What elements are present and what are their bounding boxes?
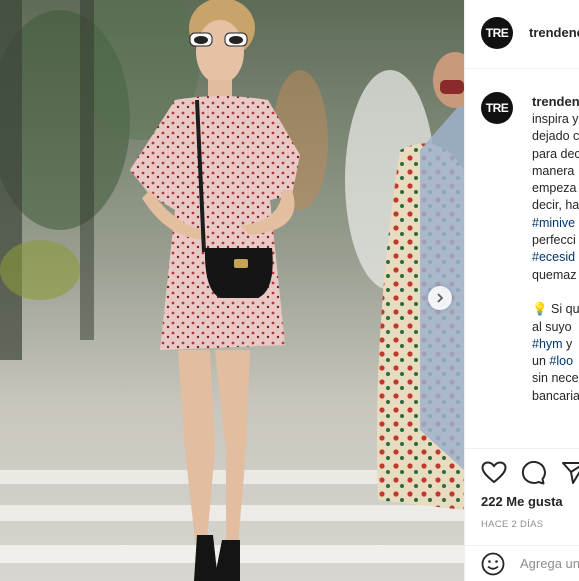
avatar[interactable]: TRE xyxy=(481,17,513,49)
comment-icon xyxy=(521,460,546,485)
caption-hashtag[interactable]: #minive xyxy=(532,215,579,232)
post-caption: inspira y dejado c para dec manera empez… xyxy=(532,111,579,405)
comment-button[interactable] xyxy=(521,460,547,490)
caption-line: empeza xyxy=(532,181,577,196)
heart-icon xyxy=(481,461,507,484)
post-header: TRE trendencias xyxy=(465,0,579,69)
caption-line-hashtag[interactable]: un #loo xyxy=(532,353,579,370)
post-actions: 222 Me gusta HACE 2 DÍAS xyxy=(465,448,579,581)
caption-line: manera xyxy=(532,163,575,178)
caption-line: decir, ha xyxy=(532,198,579,213)
caption-hashtag[interactable]: #hym y xyxy=(532,336,579,353)
caption-line: dejado c xyxy=(532,129,579,144)
post-timestamp[interactable]: HACE 2 DÍAS xyxy=(481,519,543,530)
share-button[interactable] xyxy=(561,461,579,490)
caption-line: inspira y xyxy=(532,112,579,126)
caption-line: quemaz xyxy=(532,267,577,282)
street-photo-illustration xyxy=(0,0,464,581)
caption-line: sin nece xyxy=(532,371,579,386)
comment-input[interactable] xyxy=(520,556,579,571)
caption-line: perfecci xyxy=(532,233,576,248)
caption-avatar-text: TRE xyxy=(485,101,509,115)
emoji-button[interactable] xyxy=(481,552,505,581)
post-side-panel: TRE trendencias TRE trendencias inspira … xyxy=(464,0,579,581)
caption-line: bancaria xyxy=(532,388,579,403)
caption-line: 💡 Si qu xyxy=(532,302,579,317)
caption-username[interactable]: trendencias xyxy=(532,94,579,109)
caption-avatar[interactable]: TRE xyxy=(481,92,513,124)
header-username[interactable]: trendencias xyxy=(529,25,579,40)
caption-line: para dec xyxy=(532,146,579,161)
caption-line: al suyo xyxy=(532,319,572,334)
comment-form xyxy=(465,545,579,581)
avatar-text: TRE xyxy=(485,26,509,40)
chevron-right-icon xyxy=(437,293,444,303)
share-icon xyxy=(562,462,579,484)
caption-hashtag[interactable]: #ecesid xyxy=(532,249,579,266)
next-photo-button[interactable] xyxy=(428,286,452,310)
post-photo[interactable] xyxy=(0,0,464,581)
emoji-icon xyxy=(481,552,505,576)
like-button[interactable] xyxy=(481,461,507,490)
like-count[interactable]: 222 Me gusta xyxy=(481,494,563,509)
